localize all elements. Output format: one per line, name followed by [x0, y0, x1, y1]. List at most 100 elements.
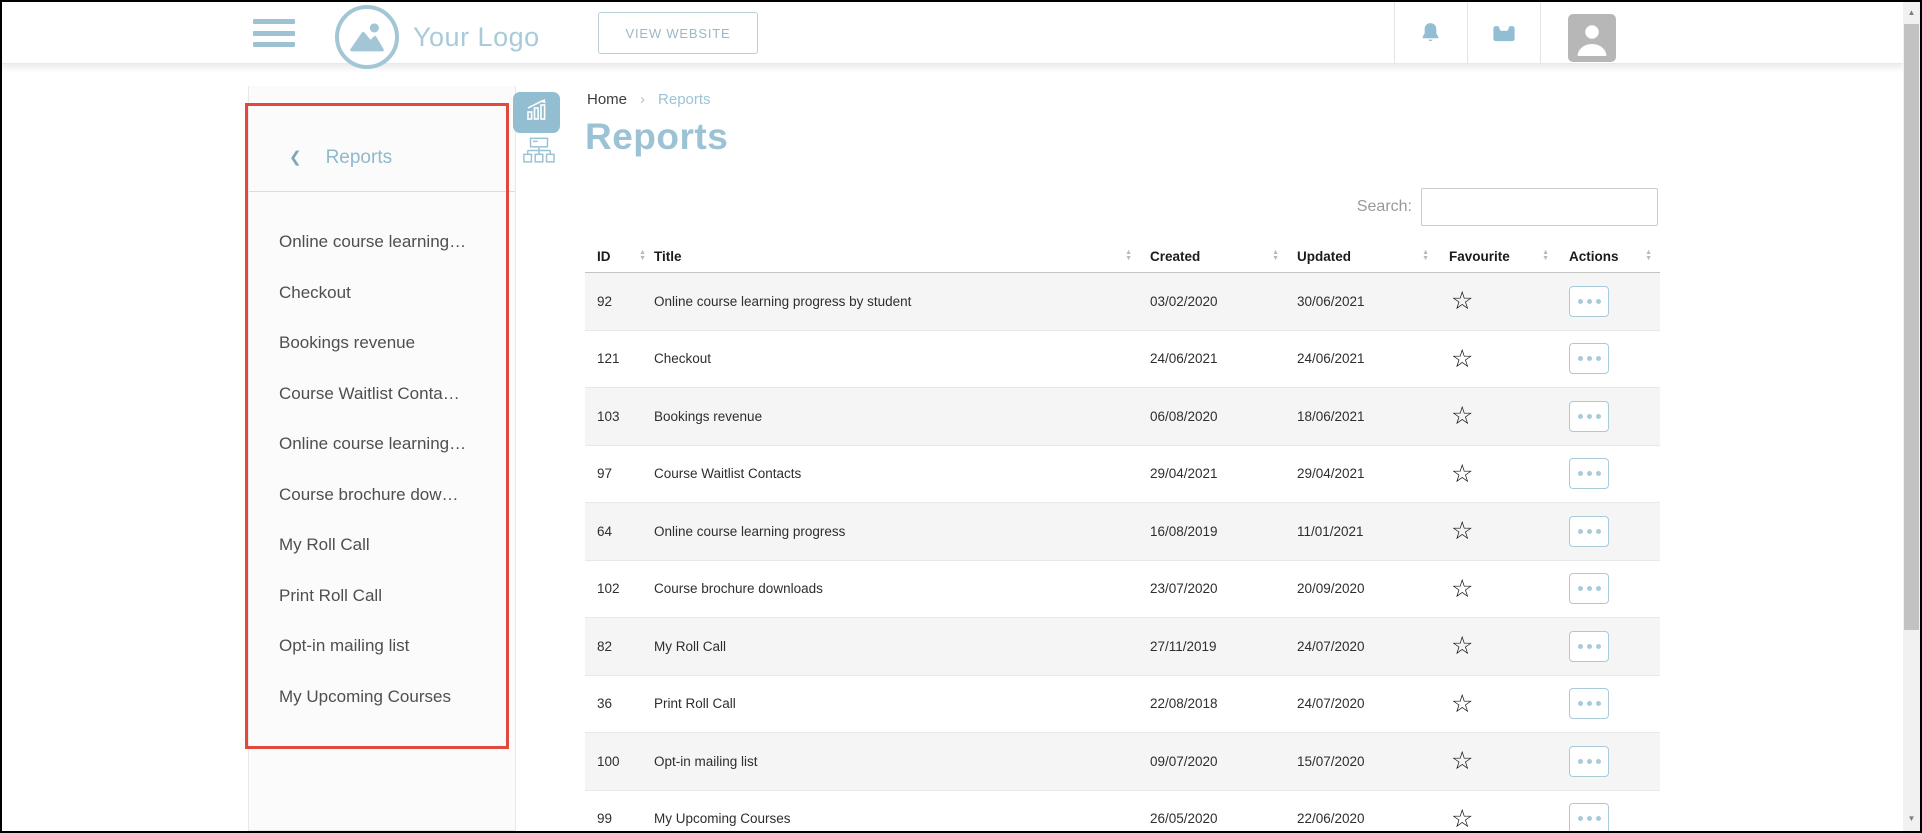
ellipsis-dot: [1596, 356, 1601, 361]
sidebar-item[interactable]: Bookings revenue: [249, 318, 515, 369]
column-header-updated[interactable]: Updated ▲▼: [1287, 240, 1437, 272]
cell-favourite: ☆: [1437, 403, 1557, 429]
sidebar-item[interactable]: Online course learning…: [249, 217, 515, 268]
row-actions-button[interactable]: [1569, 458, 1609, 489]
header-divider: [1394, 2, 1395, 64]
chart-view-button[interactable]: [513, 92, 560, 133]
cell-id: 102: [585, 581, 654, 596]
sidebar-item[interactable]: Course brochure dow…: [249, 470, 515, 521]
cell-updated: 22/06/2020: [1287, 811, 1437, 826]
ellipsis-dot: [1596, 471, 1601, 476]
ellipsis-dot: [1596, 586, 1601, 591]
breadcrumb-home-link[interactable]: Home: [587, 91, 627, 108]
scrollbar-up-icon[interactable]: ▲: [1903, 4, 1920, 21]
browser-viewport: Your Logo VIEW WEBSITE: [0, 0, 1922, 833]
column-header-created[interactable]: Created▲▼: [1140, 240, 1287, 272]
sidebar-item[interactable]: Course Waitlist Conta…: [249, 369, 515, 420]
ellipsis-dot: [1596, 529, 1601, 534]
ellipsis-dot: [1587, 529, 1592, 534]
row-actions-button[interactable]: [1569, 688, 1609, 719]
cell-created: 26/05/2020: [1140, 811, 1287, 826]
bar-chart-icon: [523, 97, 551, 128]
cell-actions: [1557, 458, 1660, 489]
sort-arrows-icon[interactable]: ▲▼: [1542, 250, 1549, 262]
column-header-actions[interactable]: Actions▲▼: [1557, 240, 1660, 272]
table-row: 99My Upcoming Courses26/05/202022/06/202…: [585, 791, 1660, 833]
column-header-id[interactable]: ID▲▼: [585, 240, 654, 272]
inbox-tray-icon[interactable]: [1488, 17, 1520, 49]
sidebar-item[interactable]: My Upcoming Courses: [249, 672, 515, 723]
sidebar-item[interactable]: My Roll Call: [249, 520, 515, 571]
sidebar-item[interactable]: Online course learning…: [249, 419, 515, 470]
cell-actions: [1557, 573, 1660, 604]
favourite-star-icon[interactable]: ☆: [1437, 748, 1473, 773]
scrollbar-down-icon[interactable]: ▼: [1903, 810, 1920, 827]
reports-sidebar: ❮ Reports Online course learning…Checkou…: [248, 86, 516, 831]
sitemap-view-button[interactable]: [522, 138, 556, 169]
favourite-star-icon[interactable]: ☆: [1437, 576, 1473, 601]
search-input[interactable]: [1421, 188, 1658, 226]
favourite-star-icon[interactable]: ☆: [1437, 518, 1473, 543]
sidebar-item[interactable]: Checkout: [249, 268, 515, 319]
cell-updated: 30/06/2021: [1287, 294, 1437, 309]
table-row: 92Online course learning progress by stu…: [585, 273, 1660, 331]
sidebar-header: ❮ Reports: [249, 86, 515, 192]
ellipsis-dot: [1596, 701, 1601, 706]
row-actions-button[interactable]: [1569, 286, 1609, 317]
search-bar: Search:: [1357, 188, 1658, 226]
row-actions-button[interactable]: [1569, 746, 1609, 777]
sidebar-back-chevron-icon[interactable]: ❮: [289, 147, 302, 169]
logo[interactable]: Your Logo: [335, 5, 540, 69]
view-website-button[interactable]: VIEW WEBSITE: [598, 12, 758, 54]
sort-arrows-icon[interactable]: ▲▼: [1422, 250, 1429, 262]
column-label: Updated: [1297, 249, 1351, 264]
cell-created: 23/07/2020: [1140, 581, 1287, 596]
favourite-star-icon[interactable]: ☆: [1437, 691, 1473, 716]
sort-arrows-icon[interactable]: ▲▼: [1125, 250, 1132, 262]
ellipsis-dot: [1587, 356, 1592, 361]
cell-favourite: ☆: [1437, 748, 1557, 774]
cell-actions: [1557, 803, 1660, 833]
favourite-star-icon[interactable]: ☆: [1437, 461, 1473, 486]
cell-updated: 29/04/2021: [1287, 466, 1437, 481]
favourite-star-icon[interactable]: ☆: [1437, 346, 1473, 371]
row-actions-button[interactable]: [1569, 516, 1609, 547]
favourite-star-icon[interactable]: ☆: [1437, 288, 1473, 313]
cell-favourite: ☆: [1437, 518, 1557, 544]
breadcrumb-separator-icon: ›: [640, 91, 645, 108]
sidebar-item[interactable]: Print Roll Call: [249, 571, 515, 622]
row-actions-button[interactable]: [1569, 631, 1609, 662]
ellipsis-dot: [1587, 701, 1592, 706]
column-header-title[interactable]: Title▲▼: [654, 240, 1140, 272]
scrollbar-thumb[interactable]: [1904, 24, 1919, 630]
sort-arrows-icon[interactable]: ▲▼: [639, 250, 646, 262]
row-actions-button[interactable]: [1569, 803, 1609, 833]
row-actions-button[interactable]: [1569, 573, 1609, 604]
favourite-star-icon[interactable]: ☆: [1437, 403, 1473, 428]
cell-updated: 20/09/2020: [1287, 581, 1437, 596]
user-avatar[interactable]: [1568, 14, 1616, 62]
favourite-star-icon[interactable]: ☆: [1437, 633, 1473, 658]
column-label: Favourite: [1449, 249, 1510, 264]
sort-arrows-icon[interactable]: ▲▼: [1272, 250, 1279, 262]
notifications-bell-icon[interactable]: [1414, 17, 1446, 49]
table-row: 82My Roll Call27/11/201924/07/2020☆: [585, 618, 1660, 676]
table-row: 36Print Roll Call22/08/201824/07/2020☆: [585, 676, 1660, 734]
page-scrollbar[interactable]: ▲ ▼: [1903, 2, 1920, 831]
breadcrumb-current: Reports: [658, 91, 711, 108]
sidebar-item[interactable]: Opt-in mailing list: [249, 621, 515, 672]
row-actions-button[interactable]: [1569, 343, 1609, 374]
cell-created: 22/08/2018: [1140, 696, 1287, 711]
favourite-star-icon[interactable]: ☆: [1437, 806, 1473, 831]
cell-created: 27/11/2019: [1140, 639, 1287, 654]
cell-actions: [1557, 286, 1660, 317]
column-header-favourite[interactable]: Favourite ▲▼: [1437, 240, 1557, 272]
ellipsis-dot: [1578, 471, 1583, 476]
hamburger-menu-icon[interactable]: [253, 19, 295, 47]
row-actions-button[interactable]: [1569, 401, 1609, 432]
ellipsis-dot: [1587, 299, 1592, 304]
search-label: Search:: [1357, 198, 1412, 216]
cell-updated: 11/01/2021: [1287, 524, 1437, 539]
sort-arrows-icon[interactable]: ▲▼: [1645, 250, 1652, 262]
cell-favourite: ☆: [1437, 633, 1557, 659]
